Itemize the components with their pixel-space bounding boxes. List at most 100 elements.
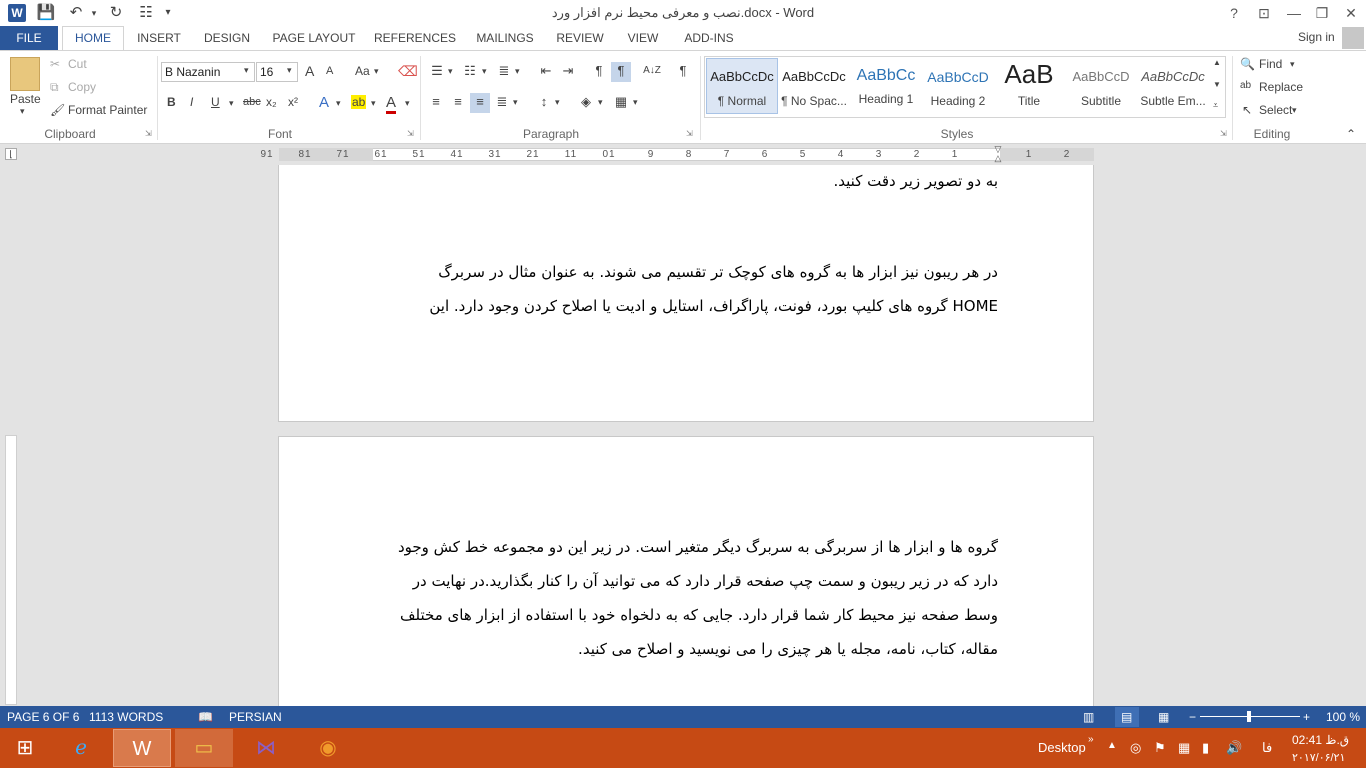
language-bar[interactable]: فا [1262,740,1272,756]
clear-formatting-icon[interactable]: ⌫ [398,63,418,80]
strikethrough-icon[interactable]: abc [243,96,261,108]
bullets-icon[interactable]: ☰ [427,62,447,82]
paragraph-line[interactable]: به دو تصویر زیر دقت کنید. [380,164,998,198]
select-button[interactable]: Select [1259,103,1292,117]
multilevel-list-icon[interactable]: ≣ [494,62,514,82]
grow-font-icon[interactable]: A [305,63,314,79]
zoom-in-button[interactable]: + [1303,710,1310,724]
justify-dropdown-icon[interactable]: ▾ [513,97,518,108]
tab-file[interactable]: FILE [0,26,58,50]
numbering-icon[interactable]: ☷ [460,62,480,82]
tab-add-ins[interactable]: ADD-INS [676,26,742,50]
web-layout-icon[interactable]: ▦ [1158,710,1169,724]
justify-icon[interactable]: ≣ [492,93,512,113]
align-center-icon[interactable]: ≡ [448,93,468,113]
paragraph-line[interactable]: مقاله، کتاب، نامه، مجله یا هر چیزی را می… [380,632,998,666]
styles-more-icon[interactable]: ⩡ [1213,100,1218,111]
language-indicator[interactable]: PERSIAN [229,710,282,724]
bold-icon[interactable]: B [167,95,176,109]
toolbar-expand-icon[interactable]: » [1088,734,1094,745]
font-launcher-icon[interactable]: ⇲ [407,129,414,138]
show-marks-icon[interactable]: ¶ [673,62,693,82]
zoom-level[interactable]: 100 % [1326,710,1360,724]
page-count[interactable]: PAGE 6 OF 6 [7,710,79,724]
tab-mailings[interactable]: MAILINGS [468,26,542,50]
underline-dropdown-icon[interactable]: ▾ [229,98,234,109]
superscript-icon[interactable]: x² [288,95,298,109]
font-color-icon[interactable]: A [386,94,397,114]
change-case-icon[interactable]: Aa [355,64,370,78]
style-normal[interactable]: AaBbCcDc ¶ Normal [706,58,778,114]
select-dropdown-icon[interactable]: ▾ [1292,105,1297,116]
align-left-icon[interactable]: ≡ [426,93,446,113]
replace-button[interactable]: Replace [1259,80,1303,94]
font-color-dropdown-icon[interactable]: ▾ [405,98,410,109]
clock-date[interactable]: ۲۰۱۷/۰۶/۲۱ [1292,751,1345,764]
text-effects-icon[interactable]: A [319,94,329,111]
select-icon[interactable]: ↖ [1242,103,1252,117]
tray-app-icon[interactable]: ◎ [1130,740,1141,756]
sign-in-link[interactable]: Sign in [1298,30,1335,44]
tab-view[interactable]: VIEW [618,26,668,50]
read-mode-icon[interactable]: ▥ [1083,710,1094,724]
proofing-icon[interactable]: 📖 [198,710,213,724]
maximize-button[interactable]: ❐ [1307,0,1337,26]
highlight-icon[interactable]: ab [351,95,367,109]
font-name-combo[interactable]: B Nazanin [161,62,255,82]
highlight-dropdown-icon[interactable]: ▾ [371,98,376,109]
style-heading-2[interactable]: AaBbCcD Heading 2 [922,58,994,114]
zoom-out-button[interactable]: − [1189,710,1196,724]
format-painter-button[interactable]: Format Painter [68,103,147,117]
word-taskbar-icon[interactable]: W [113,729,171,767]
shrink-font-icon[interactable]: A [326,65,333,77]
ribbon-display-icon[interactable]: ⊡ [1249,0,1279,26]
borders-icon[interactable]: ▦ [611,93,631,113]
file-explorer-icon[interactable]: ▭ [175,729,233,767]
close-button[interactable]: ✕ [1336,0,1366,26]
rtl-direction-icon[interactable]: ¶ [611,62,631,82]
ltr-direction-icon[interactable]: ¶ [589,62,609,82]
styles-launcher-icon[interactable]: ⇲ [1220,129,1227,138]
internet-explorer-icon[interactable]: ℯ [52,729,110,767]
underline-icon[interactable]: U [211,95,220,109]
tray-overflow-icon[interactable]: ▲ [1107,740,1117,751]
decrease-indent-icon[interactable]: ⇤ [536,62,556,82]
avatar[interactable] [1342,27,1364,49]
paragraph-line[interactable]: دارد که در زیر ریبون و سمت چپ صفحه قرار … [380,564,998,598]
subscript-icon[interactable]: x₂ [266,95,277,109]
desktop-toolbar[interactable]: Desktop [1038,740,1086,755]
tab-design[interactable]: DESIGN [196,26,258,50]
paragraph-launcher-icon[interactable]: ⇲ [686,129,693,138]
indent-marker-icon[interactable]: ▽ △ [993,145,1003,165]
find-button[interactable]: Find [1259,57,1282,71]
tab-home[interactable]: HOME [62,26,124,51]
font-size-dropdown-icon[interactable]: ▾ [287,65,292,76]
bullets-dropdown-icon[interactable]: ▾ [448,66,453,77]
shading-dropdown-icon[interactable]: ▾ [598,97,603,108]
paste-dropdown-icon[interactable]: ▾ [20,106,25,117]
line-spacing-dropdown-icon[interactable]: ▾ [555,97,560,108]
clipboard-launcher-icon[interactable]: ⇲ [145,129,152,138]
visual-studio-icon[interactable]: ⋈ [237,729,295,767]
style-subtle-emphasis[interactable]: AaBbCcDc Subtle Em... [1137,58,1209,114]
borders-dropdown-icon[interactable]: ▾ [633,97,638,108]
vertical-ruler[interactable] [5,435,17,705]
action-center-icon[interactable]: ⚑ [1154,740,1166,756]
find-icon[interactable]: 🔍 [1240,57,1255,71]
clock-time[interactable]: 02:41 ق.ظ [1292,733,1349,747]
styles-scroll-down-icon[interactable]: ▼ [1213,80,1221,89]
minimize-button[interactable]: — [1279,0,1309,26]
cut-button[interactable]: Cut [68,57,87,71]
format-painter-icon[interactable]: 🖌 [50,103,65,117]
battery-icon[interactable]: ▮ [1202,740,1209,756]
tab-review[interactable]: REVIEW [550,26,610,50]
style-title[interactable]: AaB Title [993,58,1065,114]
cut-icon[interactable]: ✂ [50,57,60,71]
style-heading-1[interactable]: AaBbCc Heading 1 [850,58,922,114]
increase-indent-icon[interactable]: ⇥ [558,62,578,82]
firefox-icon[interactable]: ◉ [299,729,357,767]
change-case-dropdown-icon[interactable]: ▾ [374,66,379,77]
collapse-ribbon-icon[interactable]: ⌃ [1346,127,1356,141]
sort-icon[interactable]: A↓Z [642,62,662,82]
text-effects-dropdown-icon[interactable]: ▾ [336,98,341,109]
